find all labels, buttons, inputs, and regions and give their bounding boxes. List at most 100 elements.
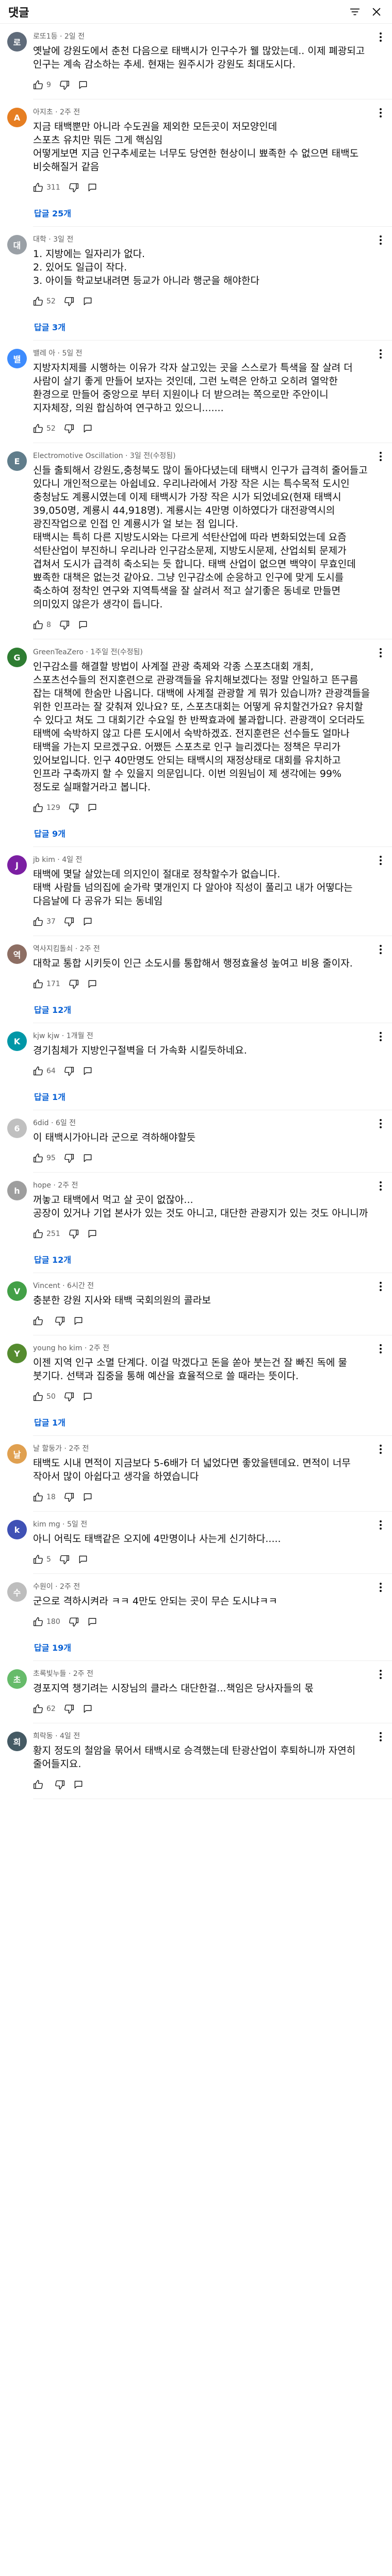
like-button[interactable]: 9 [33, 80, 51, 90]
dislike-button[interactable] [69, 1617, 79, 1627]
view-replies-button[interactable]: 답글 12개 [26, 1250, 79, 1268]
dislike-button[interactable] [64, 1704, 74, 1714]
dislike-button[interactable] [59, 1554, 70, 1565]
like-button[interactable]: 129 [33, 803, 60, 813]
like-button[interactable]: 251 [33, 1229, 60, 1239]
like-button[interactable]: 8 [33, 620, 51, 630]
more-options-icon[interactable] [374, 1731, 387, 1743]
reply-button[interactable] [87, 1229, 97, 1239]
view-replies-button[interactable]: 답글 19개 [26, 1638, 79, 1656]
avatar[interactable]: 밸 [7, 349, 27, 368]
more-options-icon[interactable] [374, 1668, 387, 1681]
avatar[interactable]: 날 [7, 1444, 27, 1464]
dislike-button[interactable] [64, 1492, 74, 1502]
like-button[interactable]: 50 [33, 1392, 56, 1402]
avatar[interactable]: k [7, 1520, 27, 1539]
dislike-button[interactable] [59, 620, 70, 630]
dislike-button[interactable] [69, 803, 79, 813]
dislike-button[interactable] [55, 1316, 65, 1326]
avatar[interactable]: 6 [7, 1118, 27, 1138]
dislike-button[interactable] [55, 1780, 65, 1790]
reply-button[interactable] [87, 182, 97, 193]
more-options-icon[interactable] [374, 1117, 387, 1130]
reply-button[interactable] [78, 620, 88, 630]
reply-button[interactable] [87, 979, 97, 989]
more-options-icon[interactable] [374, 1180, 387, 1192]
like-button[interactable]: 171 [33, 979, 60, 989]
view-replies-button[interactable]: 답글 1개 [26, 1413, 74, 1431]
like-button[interactable]: 37 [33, 917, 56, 927]
dislike-button[interactable] [64, 423, 74, 434]
like-button[interactable]: 18 [33, 1492, 56, 1502]
dislike-button[interactable] [64, 296, 74, 307]
like-button[interactable] [33, 1316, 46, 1326]
like-button[interactable]: 311 [33, 182, 60, 193]
reply-button[interactable] [83, 1392, 93, 1402]
more-options-icon[interactable] [374, 450, 387, 463]
reply-button[interactable] [78, 80, 88, 90]
reply-button[interactable] [87, 1617, 97, 1627]
reply-button[interactable] [83, 1704, 93, 1714]
view-replies-button[interactable]: 답글 1개 [26, 1087, 74, 1106]
avatar[interactable]: 대 [7, 235, 27, 255]
dislike-button[interactable] [69, 1229, 79, 1239]
view-replies-button[interactable]: 답글 3개 [26, 317, 74, 336]
reply-button[interactable] [87, 803, 97, 813]
dislike-button[interactable] [64, 1392, 74, 1402]
like-button[interactable]: 180 [33, 1617, 60, 1627]
more-options-icon[interactable] [374, 348, 387, 360]
more-options-icon[interactable] [374, 1280, 387, 1293]
view-replies-button[interactable]: 답글 25개 [26, 204, 79, 222]
close-icon[interactable] [369, 5, 384, 19]
view-replies-button[interactable]: 답글 12개 [26, 1000, 79, 1019]
more-options-icon[interactable] [374, 1519, 387, 1531]
dislike-button[interactable] [59, 80, 70, 90]
more-options-icon[interactable] [374, 647, 387, 659]
like-button[interactable]: 52 [33, 296, 56, 307]
dislike-button[interactable] [64, 1153, 74, 1163]
reply-button[interactable] [83, 423, 93, 434]
more-options-icon[interactable] [374, 1343, 387, 1355]
dislike-button[interactable] [64, 917, 74, 927]
reply-button[interactable] [83, 1492, 93, 1502]
view-replies-button[interactable]: 답글 9개 [26, 824, 74, 842]
dislike-button[interactable] [64, 1066, 74, 1076]
like-button[interactable]: 5 [33, 1554, 51, 1565]
avatar[interactable]: Y [7, 1344, 27, 1363]
more-options-icon[interactable] [374, 31, 387, 43]
more-options-icon[interactable] [374, 107, 387, 119]
like-button[interactable]: 62 [33, 1704, 56, 1714]
avatar[interactable]: J [7, 855, 27, 875]
sort-icon[interactable] [348, 5, 362, 19]
more-options-icon[interactable] [374, 1581, 387, 1594]
reply-button[interactable] [78, 1554, 88, 1565]
avatar[interactable]: V [7, 1281, 27, 1301]
dislike-button[interactable] [69, 979, 79, 989]
avatar[interactable]: E [7, 451, 27, 471]
like-button[interactable] [33, 1780, 46, 1790]
reply-button[interactable] [83, 1066, 93, 1076]
like-button[interactable]: 52 [33, 423, 56, 434]
avatar[interactable]: A [7, 108, 27, 127]
reply-button[interactable] [73, 1316, 84, 1326]
avatar[interactable]: 초 [7, 1669, 27, 1689]
avatar[interactable]: 역 [7, 944, 27, 964]
more-options-icon[interactable] [374, 1443, 387, 1455]
dislike-button[interactable] [69, 182, 79, 193]
reply-button[interactable] [83, 917, 93, 927]
reply-button[interactable] [73, 1780, 84, 1790]
avatar[interactable]: 수 [7, 1582, 27, 1602]
avatar[interactable]: 희 [7, 1732, 27, 1751]
avatar[interactable]: K [7, 1031, 27, 1051]
more-options-icon[interactable] [374, 234, 387, 246]
reply-button[interactable] [83, 1153, 93, 1163]
like-button[interactable]: 64 [33, 1066, 56, 1076]
more-options-icon[interactable] [374, 943, 387, 956]
reply-button[interactable] [83, 296, 93, 307]
avatar[interactable]: 로 [7, 32, 27, 52]
avatar[interactable]: h [7, 1181, 27, 1200]
more-options-icon[interactable] [374, 854, 387, 867]
like-button[interactable]: 95 [33, 1153, 56, 1163]
avatar[interactable]: G [7, 648, 27, 667]
more-options-icon[interactable] [374, 1030, 387, 1043]
